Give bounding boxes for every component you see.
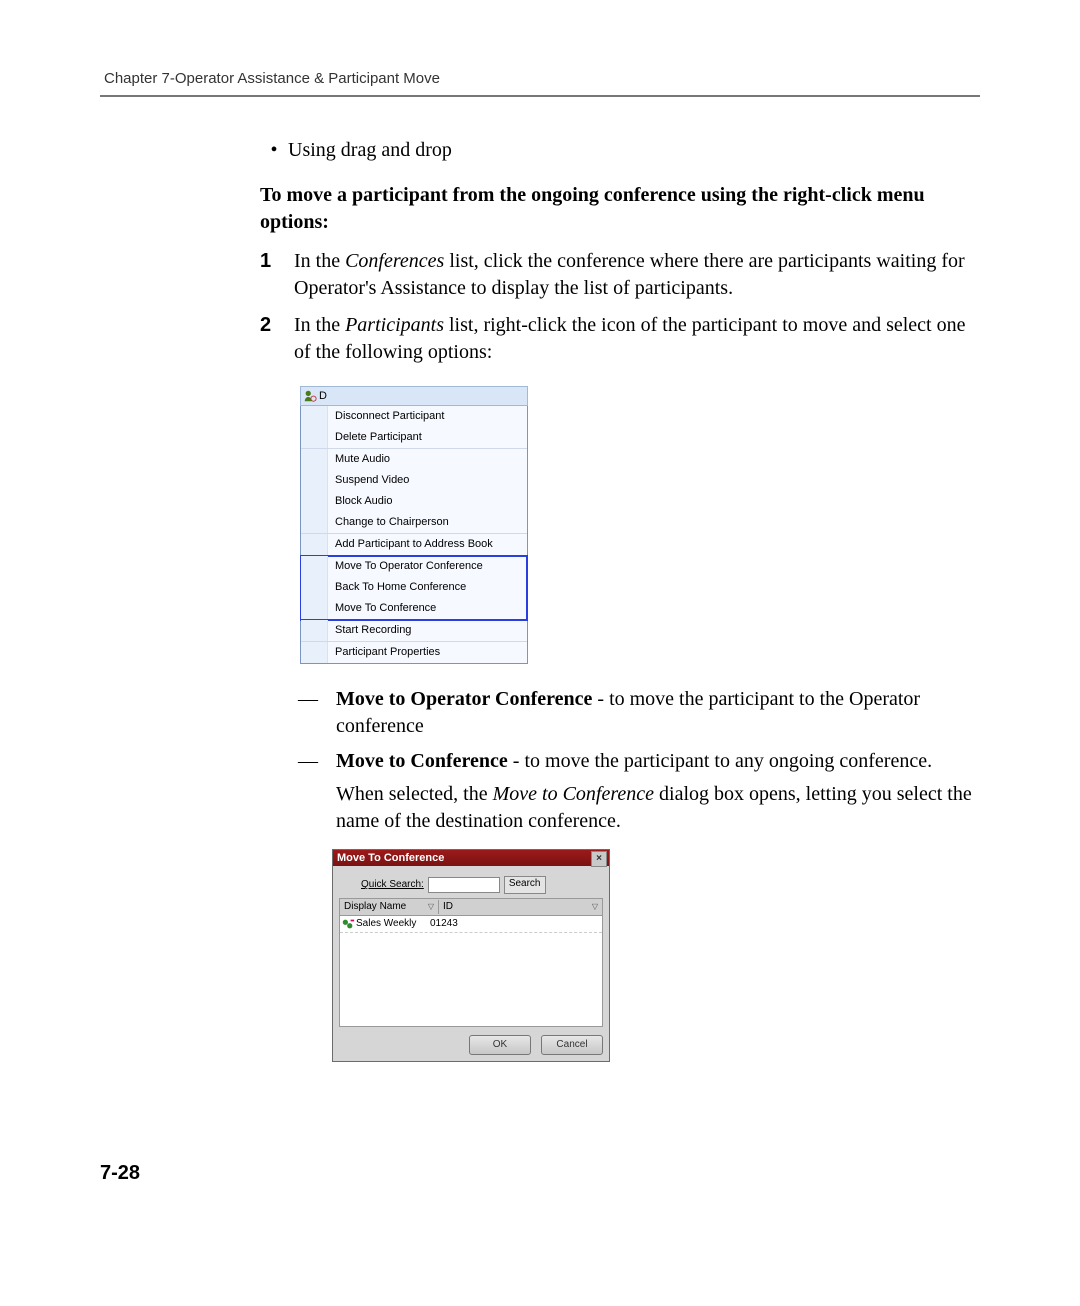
participant-icon (303, 389, 317, 403)
search-button[interactable]: Search (504, 876, 546, 894)
dialog-titlebar: Move To Conference × (333, 850, 609, 866)
dialog-column-headers: Display Name ▽ ID ▽ (339, 898, 603, 915)
menu-item-delete[interactable]: Delete Participant (301, 427, 527, 448)
column-display-name[interactable]: Display Name ▽ (340, 900, 439, 914)
bullet-item: • Using drag and drop (260, 137, 980, 164)
menu-item-block-audio[interactable]: Block Audio (301, 491, 527, 512)
bullet-text: Using drag and drop (288, 137, 452, 164)
close-icon[interactable]: × (591, 851, 607, 867)
menu-item-mute-audio[interactable]: Mute Audio (301, 449, 527, 470)
list-item-id: 01243 (430, 917, 602, 931)
step-1: 1 In the Conferences list, click the con… (260, 248, 980, 302)
option-a: — Move to Operator Conference - to move … (298, 686, 980, 740)
cancel-button[interactable]: Cancel (541, 1035, 603, 1055)
step-2: 2 In the Participants list, right-click … (260, 312, 980, 366)
menu-item-move-conference[interactable]: Move To Conference (301, 598, 527, 619)
step-number: 2 (260, 312, 294, 366)
option-rest: - to move the participant to any ongoing… (508, 750, 932, 772)
column-id[interactable]: ID ▽ (439, 900, 602, 914)
option-b-note: When selected, the Move to Conference di… (336, 781, 980, 835)
menu-item-suspend-video[interactable]: Suspend Video (301, 470, 527, 491)
dialog-list: Sales Weekly 01243 (339, 915, 603, 1027)
page-number: 7-28 (100, 1162, 980, 1185)
context-menu-screenshot: D Disconnect Participant Delete Particip… (300, 386, 528, 664)
menu-item-back-home[interactable]: Back To Home Conference (301, 577, 527, 598)
dash-mark: — (298, 748, 336, 775)
conference-icon (340, 917, 356, 931)
quick-search-label: Quick Search: (339, 878, 424, 892)
dialog-title-text: Move To Conference (337, 851, 444, 866)
move-to-conference-dialog: Move To Conference × Quick Search: Searc… (332, 849, 610, 1062)
ok-button[interactable]: OK (469, 1035, 531, 1055)
quick-search-input[interactable] (428, 877, 500, 893)
menu-item-change-chair[interactable]: Change to Chairperson (301, 512, 527, 533)
menu-top-label: D (319, 389, 327, 404)
option-term: Move to Conference (336, 750, 508, 772)
step-text: In the Conferences list, click the confe… (294, 248, 980, 302)
running-head: Chapter 7-Operator Assistance & Particip… (100, 70, 980, 87)
menu-item-disconnect[interactable]: Disconnect Participant (301, 406, 527, 427)
menu-item-start-recording[interactable]: Start Recording (301, 620, 527, 641)
menu-item-properties[interactable]: Participant Properties (301, 642, 527, 663)
header-rule (100, 95, 980, 97)
procedure-heading: To move a participant from the ongoing c… (260, 182, 980, 236)
list-item[interactable]: Sales Weekly 01243 (340, 916, 602, 933)
step-number: 1 (260, 248, 294, 302)
option-b: — Move to Conference - to move the parti… (298, 748, 980, 775)
sort-icon: ▽ (428, 902, 434, 913)
menu-item-add-address-book[interactable]: Add Participant to Address Book (301, 534, 527, 555)
list-item-name: Sales Weekly (356, 917, 430, 931)
menu-topbar: D (300, 386, 528, 406)
dash-mark: — (298, 686, 336, 740)
option-term: Move to Operator Conference (336, 688, 592, 710)
step-text: In the Participants list, right-click th… (294, 312, 980, 366)
bullet-mark: • (260, 137, 288, 164)
menu-item-move-operator[interactable]: Move To Operator Conference (301, 556, 527, 577)
menu-move-group: Move To Operator Conference Back To Home… (301, 556, 527, 620)
sort-icon: ▽ (592, 902, 598, 913)
